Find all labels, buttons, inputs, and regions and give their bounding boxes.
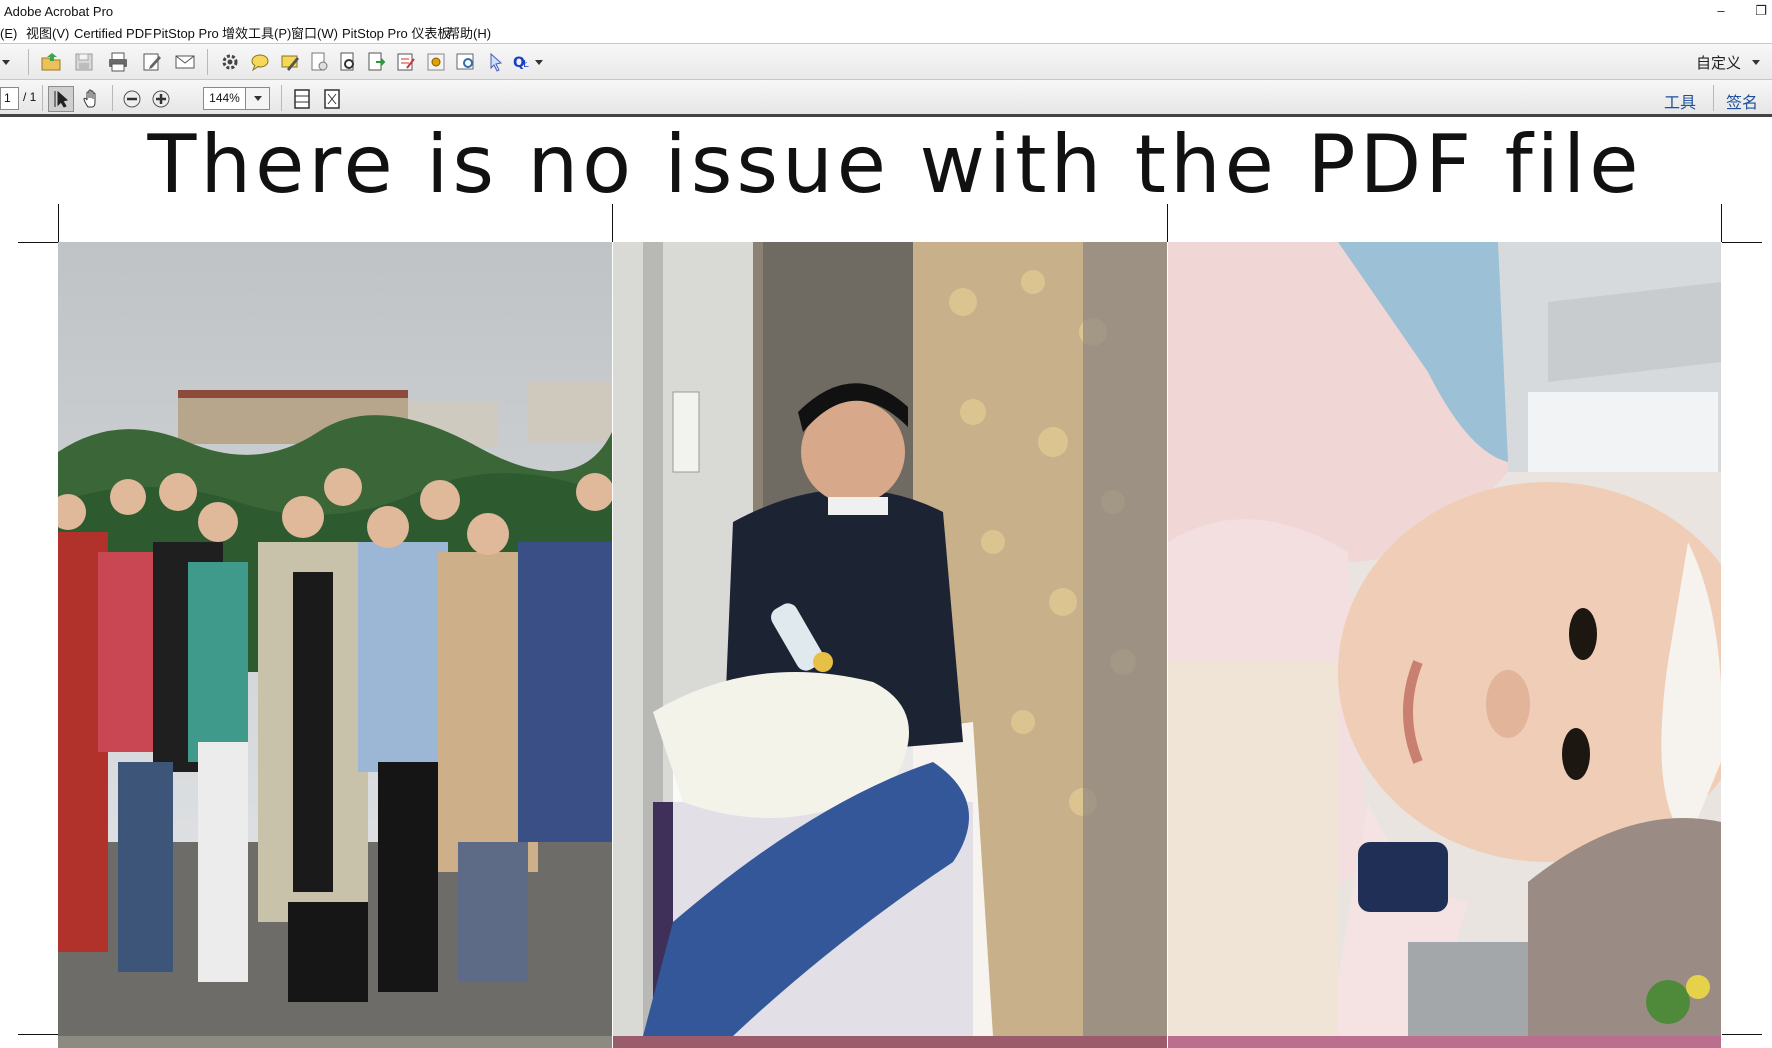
save-icon[interactable] — [71, 49, 97, 75]
minimize-button[interactable]: – — [1706, 0, 1736, 22]
document-page: There is no issue with the PDF file — [0, 120, 1772, 1048]
export-icon[interactable] — [364, 49, 390, 75]
next-photo-strip — [1168, 1036, 1721, 1048]
chevron-down-icon[interactable] — [2, 60, 10, 65]
sign-link[interactable]: 签名 — [1726, 89, 1758, 113]
navigation-toolbar: 1 / 1 144% 工具 签名 — [0, 80, 1772, 117]
menu-bar: (E) 视图(V) Certified PDF PitStop Pro 增效工具… — [0, 22, 1772, 44]
next-photo-strip — [58, 1036, 612, 1048]
menu-certified-pdf[interactable]: Certified PDF — [74, 23, 152, 44]
menu-window[interactable]: 窗口(W) — [291, 23, 338, 44]
tools-link[interactable]: 工具 — [1664, 89, 1696, 113]
menu-plugins[interactable]: 增效工具(P) — [222, 23, 291, 44]
main-toolbar: QŁ 自定义 — [0, 44, 1772, 80]
toolbar-divider — [28, 49, 29, 75]
chevron-down-icon[interactable] — [1752, 60, 1760, 65]
crop-mark — [612, 204, 613, 242]
chevron-down-icon[interactable] — [254, 96, 262, 101]
toolbar-divider — [42, 85, 43, 111]
title-bar: Adobe Acrobat Pro – ❐ — [0, 0, 1772, 24]
toolbar-divider — [281, 85, 282, 111]
page-heading: There is no issue with the PDF file — [147, 120, 1643, 211]
full-screen-icon[interactable] — [319, 86, 345, 112]
toolbar-divider — [207, 49, 208, 75]
page-total: / 1 — [23, 90, 37, 104]
svg-text:Ł: Ł — [522, 59, 529, 70]
menu-pitstop-dashboard[interactable]: PitStop Pro 仪表板 — [342, 23, 450, 44]
zoom-input[interactable]: 144% — [203, 87, 246, 110]
settings-icon[interactable] — [217, 49, 243, 75]
crop-mark — [18, 1034, 58, 1035]
edit-icon[interactable] — [139, 49, 165, 75]
zoom-in-icon[interactable] — [148, 86, 174, 112]
crop-mark — [1722, 242, 1762, 243]
comment-icon[interactable] — [247, 49, 273, 75]
crop-mark — [1167, 204, 1168, 242]
toolbar-divider — [1713, 85, 1714, 111]
window-title: Adobe Acrobat Pro — [4, 4, 114, 19]
restore-button[interactable]: ❐ — [1746, 0, 1772, 22]
page-number-input[interactable]: 1 — [0, 87, 19, 110]
chevron-down-icon[interactable] — [535, 60, 543, 65]
open-icon[interactable] — [38, 49, 64, 75]
sign-note-icon[interactable] — [277, 49, 303, 75]
preflight-icon[interactable] — [335, 49, 361, 75]
menu-edit[interactable]: (E) — [0, 23, 17, 44]
baby-face-photo — [1168, 242, 1721, 1036]
qi-icon[interactable]: QŁ — [510, 49, 536, 75]
select-tool-icon[interactable] — [48, 86, 74, 112]
menu-help[interactable]: 帮助(H) — [447, 23, 491, 44]
customize-menu[interactable]: 自定义 — [1696, 52, 1741, 73]
menu-pitstop-pro[interactable]: PitStop Pro — [153, 23, 219, 44]
group-photo — [58, 242, 612, 1036]
crop-mark — [18, 242, 58, 243]
form-icon[interactable] — [393, 49, 419, 75]
document-icon[interactable] — [306, 49, 332, 75]
crop-mark — [58, 204, 59, 242]
zoom-out-icon[interactable] — [119, 86, 145, 112]
fit-page-icon[interactable] — [289, 86, 315, 112]
crop-mark — [1721, 204, 1722, 242]
father-feeding-photo — [613, 242, 1167, 1036]
email-icon[interactable] — [172, 49, 198, 75]
print-icon[interactable] — [105, 49, 131, 75]
menu-view[interactable]: 视图(V) — [26, 23, 69, 44]
toolbar-divider — [112, 85, 113, 111]
crop-mark — [1722, 1034, 1762, 1035]
next-photo-strip — [613, 1036, 1167, 1048]
select-arrow-icon[interactable] — [483, 49, 509, 75]
pitstop-icon[interactable] — [423, 49, 449, 75]
inspect-icon[interactable] — [453, 49, 479, 75]
hand-tool-icon[interactable] — [79, 86, 105, 112]
